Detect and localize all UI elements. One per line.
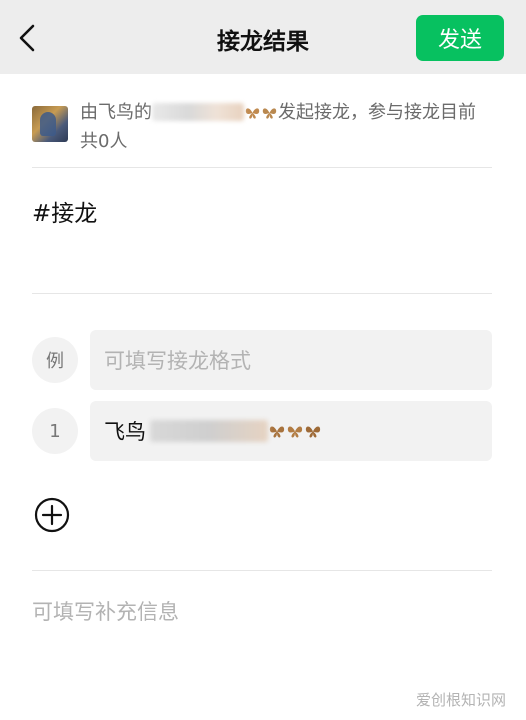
format-input[interactable]: 可填写接龙格式 bbox=[90, 330, 492, 390]
butterfly-icon bbox=[245, 108, 260, 119]
top-navigation-bar: 接龙结果 发送 bbox=[0, 0, 526, 74]
watermark: 爱创根知识网 bbox=[415, 691, 506, 709]
send-button[interactable]: 发送 bbox=[416, 15, 504, 61]
topic-text[interactable]: #接龙 bbox=[32, 194, 97, 228]
initiator-prefix: 由飞鸟的 bbox=[80, 102, 152, 123]
divider bbox=[32, 293, 492, 294]
supplement-input[interactable]: 可填写补充信息 bbox=[32, 596, 179, 626]
entry-number-badge: 1 bbox=[32, 408, 78, 454]
initiator-text: 由飞鸟的 发起接龙，参与接龙目前共0人 bbox=[80, 98, 490, 156]
avatar bbox=[32, 106, 68, 142]
example-badge: 例 bbox=[32, 337, 78, 383]
entry-input[interactable]: 飞鸟 bbox=[90, 401, 492, 461]
divider bbox=[32, 167, 492, 168]
plus-circle-icon bbox=[34, 497, 70, 533]
butterfly-icon bbox=[262, 108, 277, 119]
divider bbox=[32, 570, 492, 571]
entry-value-prefix: 飞鸟 bbox=[104, 420, 146, 444]
redacted-name bbox=[152, 103, 244, 121]
butterfly-icon bbox=[287, 426, 303, 437]
initiator-info: 由飞鸟的 发起接龙，参与接龙目前共0人 bbox=[32, 96, 492, 156]
add-entry-button[interactable] bbox=[34, 497, 70, 533]
butterfly-icon bbox=[305, 426, 321, 437]
redacted-entry bbox=[150, 420, 268, 442]
butterfly-icon bbox=[269, 426, 285, 437]
